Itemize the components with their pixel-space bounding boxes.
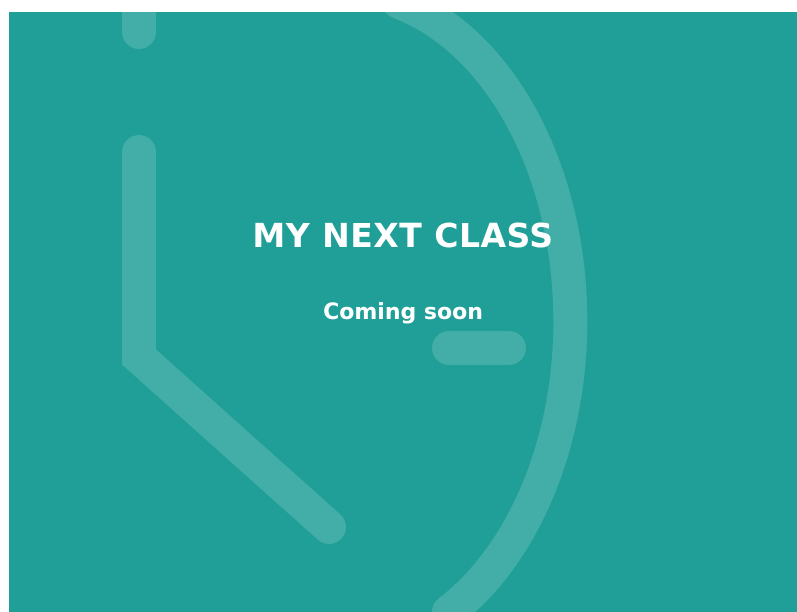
card-content: MY NEXT CLASS Coming soon <box>9 12 797 612</box>
next-class-card: MY NEXT CLASS Coming soon <box>9 12 797 612</box>
card-subtitle: Coming soon <box>323 300 483 325</box>
card-title: MY NEXT CLASS <box>252 216 554 255</box>
